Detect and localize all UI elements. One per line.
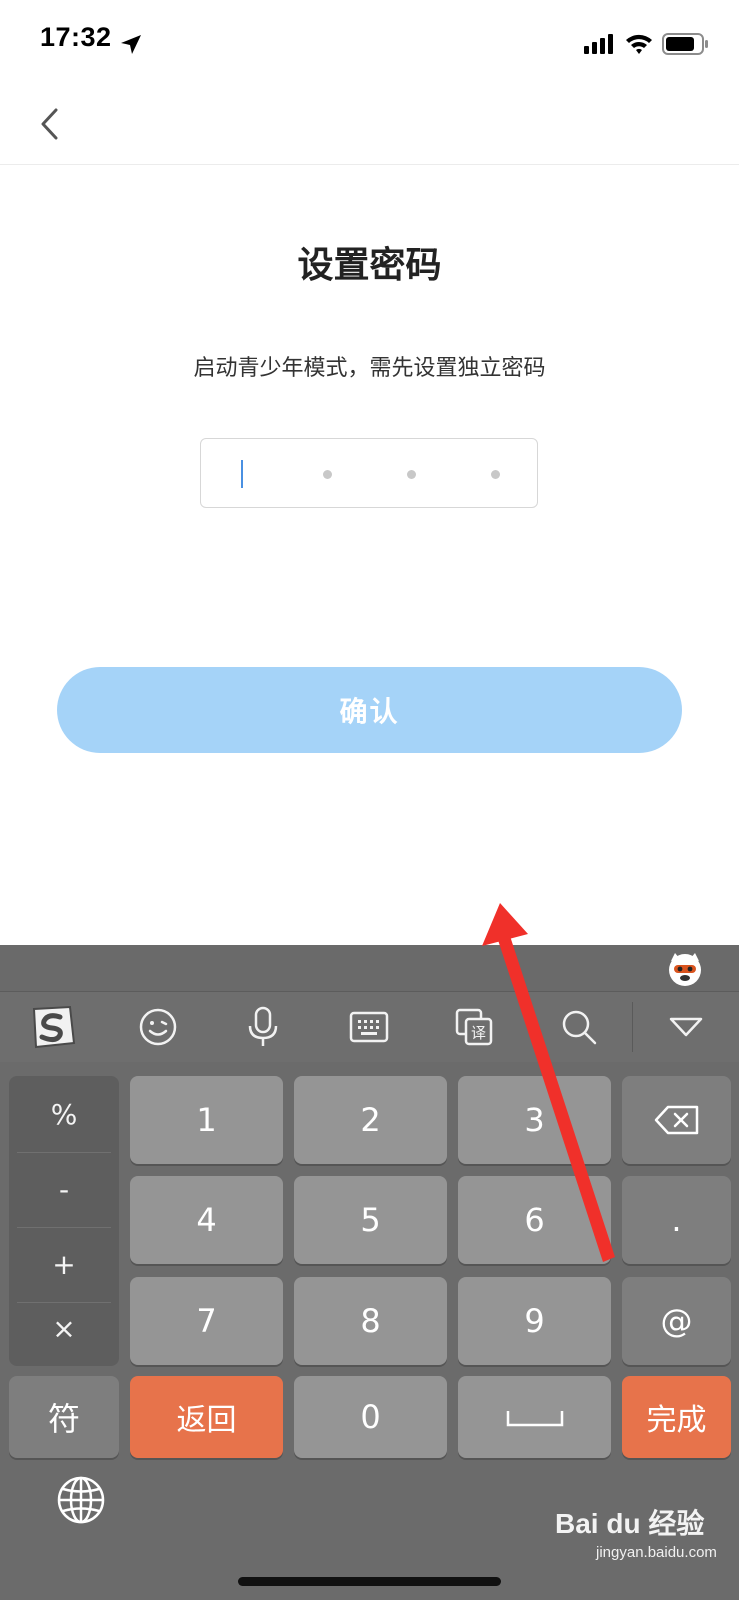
mascot-icon[interactable] [666, 951, 704, 987]
key-3[interactable]: 3 [458, 1076, 611, 1164]
pin-input[interactable] [200, 438, 538, 508]
key-5[interactable]: 5 [294, 1176, 447, 1264]
done-key[interactable]: 完成 [622, 1376, 731, 1458]
back-chevron-icon[interactable] [36, 106, 64, 142]
battery-icon [662, 33, 708, 55]
cellular-signal-icon [584, 34, 613, 54]
key-8[interactable]: 8 [294, 1277, 447, 1365]
pin-dot [407, 470, 416, 479]
baidu-watermark-url: jingyan.baidu.com [596, 1544, 717, 1561]
key-at[interactable]: @ [622, 1277, 731, 1365]
keyboard-toolbar: 译 [0, 992, 739, 1062]
globe-icon[interactable] [55, 1474, 107, 1526]
svg-text:译: 译 [471, 1024, 486, 1042]
key-1[interactable]: 1 [130, 1076, 283, 1164]
page-title: 设置密码 [297, 245, 442, 286]
location-arrow-icon [121, 35, 141, 54]
toolbar-separator [632, 1002, 633, 1052]
confirm-button[interactable]: 确认 [57, 667, 682, 753]
backspace-icon [654, 1105, 698, 1135]
key-6[interactable]: 6 [458, 1176, 611, 1264]
search-icon[interactable] [544, 992, 614, 1062]
status-time: 17:32 [40, 22, 112, 52]
key-0[interactable]: 0 [294, 1376, 447, 1458]
nav-divider [0, 164, 739, 165]
key-minus[interactable]: - [9, 1153, 119, 1225]
key-9[interactable]: 9 [458, 1277, 611, 1365]
emoji-icon[interactable] [123, 992, 193, 1062]
translate-icon[interactable]: 译 [439, 992, 509, 1062]
sogou-logo-icon[interactable] [17, 992, 87, 1062]
page-subtitle: 启动青少年模式，需先设置独立密码 [193, 356, 546, 381]
symbol-column: % - + × [9, 1076, 119, 1366]
pin-dot [323, 470, 332, 479]
space-icon [506, 1411, 563, 1427]
keyboard-icon[interactable] [334, 992, 404, 1062]
keyboard-top-bar [0, 945, 739, 992]
baidu-watermark: Bai du 经验 [555, 1508, 705, 1539]
key-multiply[interactable]: × [9, 1292, 119, 1364]
key-plus[interactable]: + [9, 1228, 119, 1300]
delete-key[interactable] [622, 1076, 731, 1164]
key-7[interactable]: 7 [130, 1277, 283, 1365]
symbols-key[interactable]: 符 [9, 1376, 119, 1458]
wifi-icon [626, 34, 652, 54]
microphone-icon[interactable] [228, 992, 298, 1062]
key-percent[interactable]: % [9, 1078, 119, 1150]
text-cursor [241, 460, 243, 488]
space-key[interactable] [458, 1376, 611, 1458]
key-dot[interactable]: . [622, 1176, 731, 1264]
pin-dot [491, 470, 500, 479]
key-2[interactable]: 2 [294, 1076, 447, 1164]
collapse-icon[interactable] [651, 992, 721, 1062]
key-4[interactable]: 4 [130, 1176, 283, 1264]
home-indicator [238, 1577, 501, 1586]
back-key[interactable]: 返回 [130, 1376, 283, 1458]
